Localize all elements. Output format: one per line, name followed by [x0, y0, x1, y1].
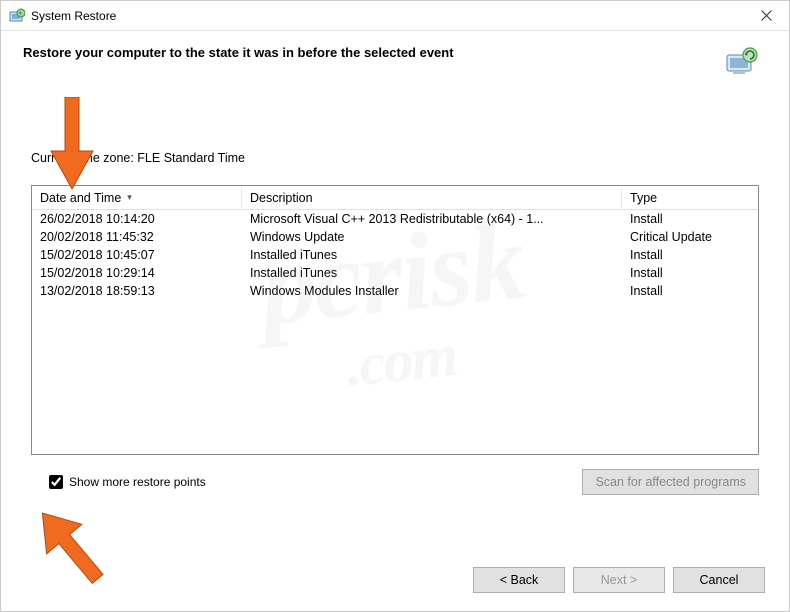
checkbox-label: Show more restore points — [69, 475, 206, 489]
cell-date: 20/02/2018 11:45:32 — [32, 230, 242, 244]
cell-date: 15/02/2018 10:45:07 — [32, 248, 242, 262]
cell-type: Install — [622, 212, 758, 226]
cell-date: 13/02/2018 18:59:13 — [32, 284, 242, 298]
cell-type: Install — [622, 266, 758, 280]
column-header-type[interactable]: Type — [622, 188, 758, 208]
cell-type: Critical Update — [622, 230, 758, 244]
column-header-description[interactable]: Description — [242, 188, 622, 208]
titlebar: System Restore — [1, 1, 789, 31]
content-area: Current time zone: FLE Standard Time Dat… — [1, 151, 789, 495]
chevron-down-icon: ▾ — [127, 192, 132, 203]
show-more-checkbox-input[interactable] — [49, 475, 63, 489]
cancel-button[interactable]: Cancel — [673, 567, 765, 593]
cell-type: Install — [622, 284, 758, 298]
header-text: Restore your computer to the state it wa… — [23, 45, 454, 60]
table-row[interactable]: 15/02/2018 10:29:14 Installed iTunes Ins… — [32, 264, 758, 282]
cell-type: Install — [622, 248, 758, 262]
wizard-button-bar: < Back Next > Cancel — [473, 567, 765, 593]
cell-date: 26/02/2018 10:14:20 — [32, 212, 242, 226]
annotation-arrow-top — [45, 97, 99, 191]
annotation-arrow-bottom — [25, 501, 115, 591]
header-region: Restore your computer to the state it wa… — [1, 31, 789, 91]
bottom-row: Show more restore points Scan for affect… — [31, 469, 759, 495]
timezone-label: Current time zone: FLE Standard Time — [31, 151, 759, 165]
back-button[interactable]: < Back — [473, 567, 565, 593]
table-header: Date and Time ▾ Description Type — [32, 186, 758, 210]
column-label: Description — [250, 191, 313, 205]
restore-points-table[interactable]: Date and Time ▾ Description Type 26/02/2… — [31, 185, 759, 455]
restore-computer-icon — [723, 45, 759, 81]
cell-desc: Installed iTunes — [242, 266, 622, 280]
table-body: 26/02/2018 10:14:20 Microsoft Visual C++… — [32, 210, 758, 300]
table-row[interactable]: 15/02/2018 10:45:07 Installed iTunes Ins… — [32, 246, 758, 264]
table-row[interactable]: 20/02/2018 11:45:32 Windows Update Criti… — [32, 228, 758, 246]
scan-affected-button[interactable]: Scan for affected programs — [582, 469, 759, 495]
system-restore-icon — [9, 8, 25, 24]
column-label: Date and Time — [40, 191, 121, 205]
show-more-checkbox[interactable]: Show more restore points — [49, 475, 206, 489]
cell-desc: Installed iTunes — [242, 248, 622, 262]
system-restore-window: System Restore Restore your computer to … — [0, 0, 790, 612]
cell-date: 15/02/2018 10:29:14 — [32, 266, 242, 280]
window-title: System Restore — [31, 9, 743, 23]
next-button[interactable]: Next > — [573, 567, 665, 593]
table-row[interactable]: 13/02/2018 18:59:13 Windows Modules Inst… — [32, 282, 758, 300]
table-row[interactable]: 26/02/2018 10:14:20 Microsoft Visual C++… — [32, 210, 758, 228]
cell-desc: Windows Update — [242, 230, 622, 244]
cell-desc: Microsoft Visual C++ 2013 Redistributabl… — [242, 212, 622, 226]
cell-desc: Windows Modules Installer — [242, 284, 622, 298]
column-label: Type — [630, 191, 657, 205]
close-button[interactable] — [743, 1, 789, 31]
